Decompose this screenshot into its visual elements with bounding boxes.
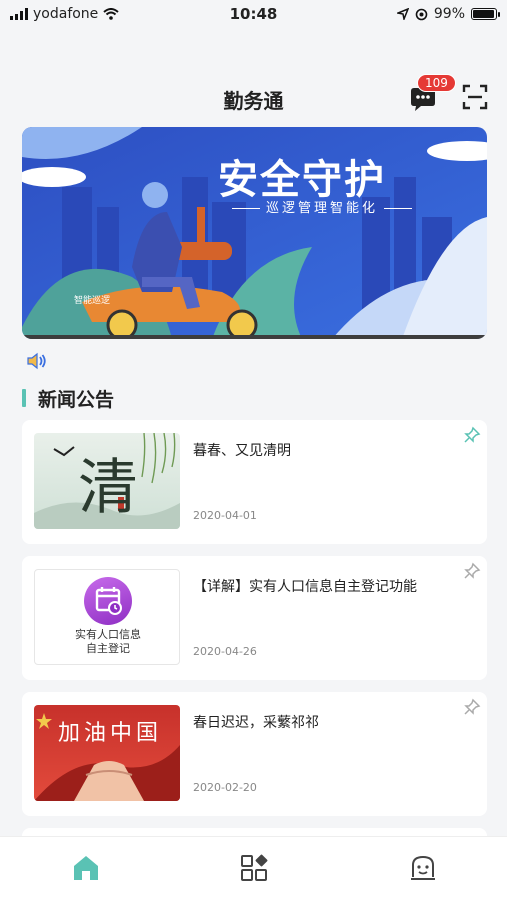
news-title: 【详解】实有人口信息自主登记功能 <box>193 579 417 595</box>
thumbnail-caption-line1: 实有人口信息 <box>75 628 141 641</box>
section-accent-bar <box>22 389 26 407</box>
promo-banner[interactable]: 安全守护 巡逻管理智能化 智能巡逻 <box>22 127 487 339</box>
news-date: 2020-02-20 <box>193 781 257 794</box>
thumbnail-slogan: 加油中国 <box>58 721 163 746</box>
message-count-badge: 109 <box>417 74 456 92</box>
home-icon[interactable] <box>71 853 101 883</box>
news-title: 春日迟迟，采蘩祁祁 <box>193 715 319 731</box>
registration-calendar-icon <box>84 577 132 625</box>
status-right: 99% <box>396 6 500 22</box>
pin-icon[interactable] <box>463 426 481 444</box>
thumbnail-calligraphy: 清 <box>78 453 138 523</box>
news-date: 2020-04-01 <box>193 509 257 522</box>
speaker-icon[interactable] <box>26 352 48 370</box>
scan-icon[interactable] <box>462 84 488 110</box>
top-navbar: 勤务通 109 <box>0 74 507 120</box>
section-title: 新闻公告 <box>38 388 115 411</box>
news-title: 暮春、又见清明 <box>193 443 291 459</box>
banner-subtitle: 巡逻管理智能化 <box>226 197 418 216</box>
news-date: 2020-04-26 <box>193 645 257 658</box>
location-arrow-icon <box>396 8 409 20</box>
banner-tag: 智能巡逻 <box>74 296 111 306</box>
pin-icon[interactable] <box>463 698 481 716</box>
news-thumbnail: 清 <box>34 433 180 529</box>
news-thumbnail: 实有人口信息 自主登记 <box>34 569 180 665</box>
status-bar: yodafone 10:48 99% <box>0 0 507 30</box>
news-section-header: 新闻公告 <box>22 386 115 411</box>
thumbnail-caption-line2: 自主登记 <box>86 642 130 655</box>
news-card[interactable]: 实有人口信息 自主登记 【详解】实有人口信息自主登记功能 2020-04-26 <box>22 556 487 680</box>
news-card[interactable]: 加油中国 春日迟迟，采蘩祁祁 2020-02-20 <box>22 692 487 816</box>
thumbnail-caption: 实有人口信息 自主登记 <box>35 628 179 656</box>
bottom-tab-bar <box>0 836 507 901</box>
profile-face-icon[interactable] <box>408 853 438 883</box>
battery-percent: 99% <box>433 6 465 22</box>
alarm-icon <box>415 8 428 20</box>
apps-grid-icon[interactable] <box>239 853 269 883</box>
pin-icon[interactable] <box>463 562 481 580</box>
battery-icon <box>471 8 500 20</box>
news-card[interactable]: 清 暮春、又见清明 2020-04-01 <box>22 420 487 544</box>
news-thumbnail: 加油中国 <box>34 705 180 801</box>
